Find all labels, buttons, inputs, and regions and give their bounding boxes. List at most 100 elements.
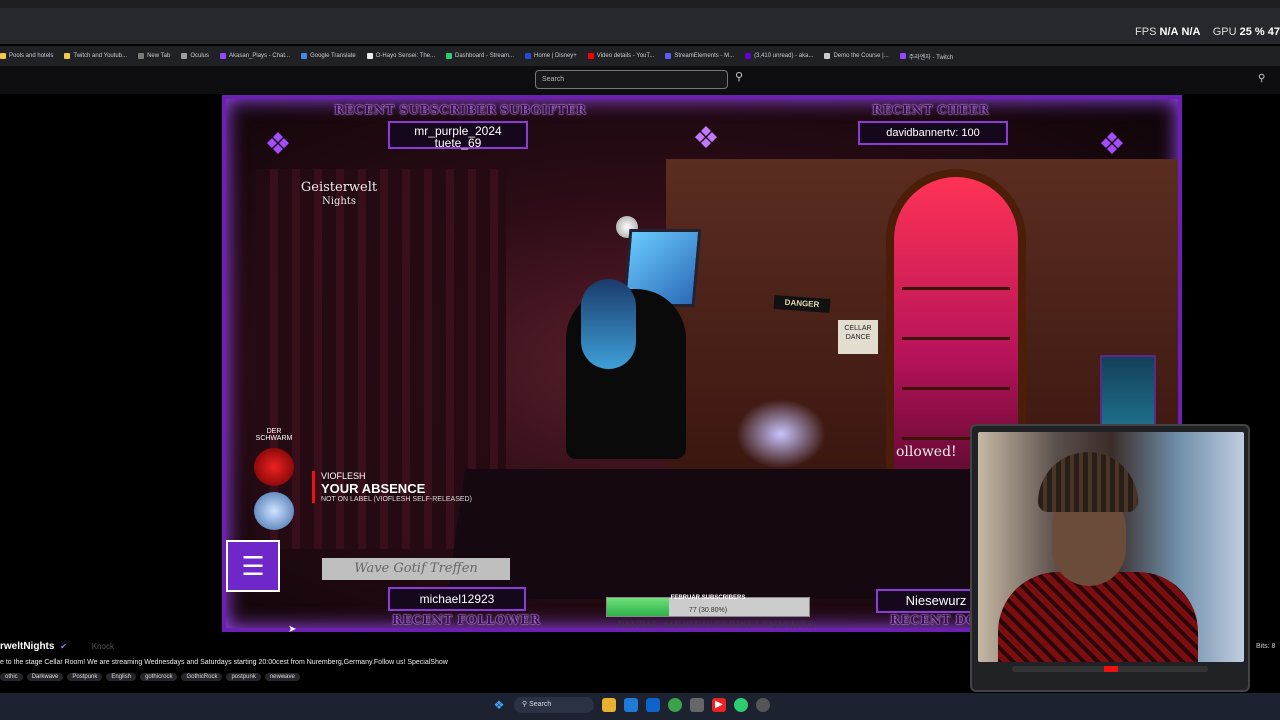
stream-tags: othic Darkwave Postpunk English gothicrock Go… xyxy=(0,673,304,681)
stream-tag[interactable]: othic xyxy=(0,673,23,681)
person-shirt xyxy=(998,572,1198,662)
bookmark-label: New Tab xyxy=(147,53,171,59)
notifications-icon[interactable]: ⚲ xyxy=(1258,73,1265,84)
fps-value: N/A xyxy=(1159,26,1179,38)
logo-line-1: Geisterwelt xyxy=(300,180,378,195)
cabinet-shelf xyxy=(902,287,1010,290)
monitor-stand xyxy=(1012,666,1208,672)
cellar-dance-sign: CELLAR DANCE xyxy=(838,320,878,354)
bookmark-favicon-icon xyxy=(64,53,71,59)
bookmark-favicon-icon xyxy=(587,53,594,59)
recent-subscriber-box: mr_purple_2024 tuete_69 xyxy=(388,121,528,149)
bookmarks-bar: Pools and hotels Twitch and Youtub... New … xyxy=(0,46,1280,66)
music-label: NOT ON LABEL (VIOFLESH SELF-RELEASED) xyxy=(321,496,472,503)
cabinet-shelf xyxy=(902,387,1010,390)
dj-desk xyxy=(446,469,986,599)
search-input[interactable]: Search xyxy=(535,70,728,89)
bookmark-label: Pools and hotels xyxy=(9,53,54,59)
bat-icon: ❖ xyxy=(692,122,720,155)
bookmark-favicon-icon xyxy=(138,53,145,59)
sub-goal-value: 77 (30.80%) xyxy=(688,607,728,614)
small-portrait xyxy=(1100,355,1156,427)
taskbar-search-label: Search xyxy=(529,701,552,708)
stream-tag[interactable]: postpunk xyxy=(226,673,261,681)
recent-follower-name: michael12923 xyxy=(388,587,526,611)
browser-top-bar xyxy=(0,0,1280,8)
fps-label: FPS xyxy=(1135,26,1157,38)
stream-tag[interactable]: GothicRock xyxy=(181,673,223,681)
bookmark-favicon-icon xyxy=(745,53,752,59)
bookmark-favicon-icon xyxy=(0,53,6,59)
bookmark-item[interactable]: Home | Disney+ xyxy=(525,53,577,59)
bookmark-favicon-icon xyxy=(824,53,831,59)
checklist-icon[interactable]: ☰ xyxy=(226,540,280,592)
bookmark-item[interactable]: Oculus xyxy=(181,53,209,59)
bookmark-item[interactable]: Video details - YouT... xyxy=(587,53,655,59)
bookmark-item[interactable]: Demo the Course |... xyxy=(824,53,889,59)
channel-name[interactable]: rweltNights xyxy=(0,641,54,652)
now-playing: VIOFLESH YOUR ABSENCE NOT ON LABEL (VIOF… xyxy=(312,471,472,503)
stream-tag[interactable]: newwave xyxy=(264,673,300,681)
channel-info-row: rweltNights ✔ Knock xyxy=(0,641,960,653)
taskbar-search[interactable]: ⚲ Search xyxy=(514,697,594,713)
gpu-label: GPU xyxy=(1212,26,1237,38)
store-icon[interactable] xyxy=(646,698,660,712)
recent-follower-label: RECENT FOLLOWER xyxy=(392,613,541,627)
youtube-icon[interactable]: ▶ xyxy=(712,698,726,712)
edge-icon[interactable] xyxy=(624,698,638,712)
bookmark-favicon-icon xyxy=(366,53,373,59)
bookmark-item[interactable]: (3,410 unread) - aka... xyxy=(745,53,813,59)
music-track: YOUR ABSENCE xyxy=(321,481,426,496)
stream-tag[interactable]: Darkwave xyxy=(26,673,64,681)
stream-tag[interactable]: Postpunk xyxy=(67,673,103,681)
bookmark-item[interactable]: Twitch and Youtub... xyxy=(64,53,127,59)
fps-value-2: N/A xyxy=(1181,26,1201,38)
bat-icon: ❖ xyxy=(264,128,292,161)
follow-alert-text: ollowed! xyxy=(896,444,957,460)
sub-goal-title: FEBRUAR SUBSCRIBERS xyxy=(670,595,746,601)
bookmark-item[interactable]: Akasan_Plays - Chat... xyxy=(220,53,290,59)
overlay-side-icons: DER SCHWARM xyxy=(254,404,304,536)
stream-tag[interactable]: English xyxy=(106,673,137,681)
bookmark-item[interactable]: Google Translate xyxy=(301,53,356,59)
bookmark-label: StreamElements - M... xyxy=(674,53,735,59)
bookmark-label: Oculus xyxy=(190,53,210,59)
windows-start-icon[interactable]: ❖ xyxy=(492,698,506,712)
bookmark-favicon-icon xyxy=(446,53,453,59)
logo-line-2: Nights xyxy=(322,196,356,207)
subgifter-name: tuete_69 xyxy=(434,136,482,150)
bookmark-item[interactable]: Pools and hotels xyxy=(0,53,53,59)
search-icon: ⚲ xyxy=(734,71,744,83)
recent-cheer-label: RECENT CHEER xyxy=(872,103,990,117)
knock-badge[interactable]: Knock xyxy=(92,642,114,651)
search-button[interactable]: ⚲ xyxy=(730,70,748,89)
bookmark-item[interactable]: Dashboard - Stream... xyxy=(446,53,514,59)
bookmark-item[interactable]: StreamElements - M... xyxy=(665,53,734,59)
spotify-icon[interactable] xyxy=(734,698,748,712)
bookmark-favicon-icon xyxy=(899,53,906,59)
bookmark-item[interactable]: New Tab xyxy=(138,53,170,59)
music-artist: VIOFLESH xyxy=(321,471,366,481)
bookmark-label: Dashboard - Stream... xyxy=(455,53,515,59)
bookmark-label: (3,410 unread) - aka... xyxy=(754,53,814,59)
stream-title: e to the stage Cellar Room! We are strea… xyxy=(0,659,448,666)
verified-icon: ✔ xyxy=(60,642,67,651)
browser-tab-strip: FPS N/A N/A GPU 25 % 47 xyxy=(0,8,1280,44)
subgifter-label: SUBGIFTER xyxy=(500,103,587,117)
file-explorer-icon[interactable] xyxy=(602,698,616,712)
light-beam xyxy=(736,399,826,469)
obs-icon[interactable] xyxy=(756,698,770,712)
bookmark-favicon-icon xyxy=(220,53,227,59)
chrome-icon[interactable] xyxy=(668,698,682,712)
bookmark-item[interactable]: 주라엔자 - Twitch xyxy=(899,52,953,61)
taskbar-icons: ❖ ⚲ Search ▶ xyxy=(492,697,778,713)
stream-tag[interactable]: gothicrock xyxy=(140,673,178,681)
app-icon[interactable] xyxy=(690,698,704,712)
social-icon-red xyxy=(254,448,294,486)
der-schwarm-text: DER SCHWARM xyxy=(255,428,293,442)
dj-hair xyxy=(581,279,636,369)
bookmark-item[interactable]: O-Hayo Sensei: The... xyxy=(366,53,435,59)
social-icon-blue xyxy=(254,492,294,530)
bookmark-label: Video details - YouT... xyxy=(596,53,655,59)
channel-logo: Geisterwelt Nights xyxy=(284,181,394,209)
